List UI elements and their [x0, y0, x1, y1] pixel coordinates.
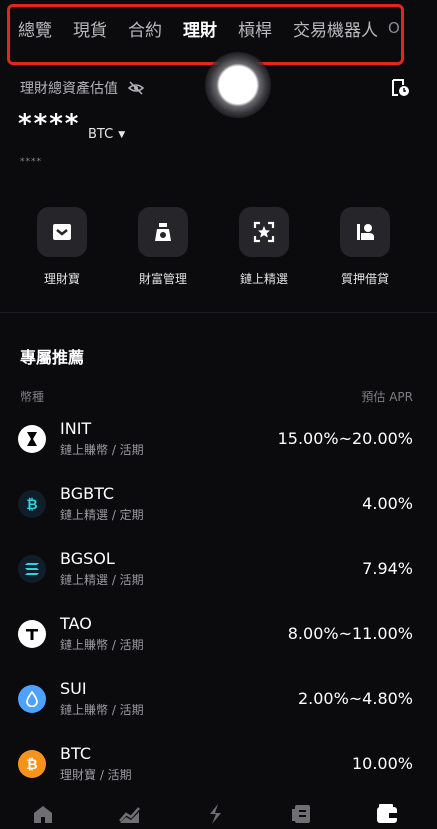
- coin-apr: 10.00%: [351, 754, 413, 773]
- history-icon[interactable]: [390, 78, 410, 98]
- shortcut-grid: 理財寶 財富管理 鏈上精選 質押借貸: [0, 207, 437, 291]
- tab-overflow[interactable]: O: [388, 19, 400, 37]
- bgsol-coin-icon: [18, 555, 46, 583]
- shortcut-staking-loans[interactable]: 質押借貸: [320, 207, 410, 287]
- caret-down-icon: ▼: [118, 129, 126, 140]
- list-item-bgsol[interactable]: BGSOL 鏈上精選 / 活期 7.94%: [0, 547, 437, 597]
- total-assets-title: 理財總資產估值: [20, 81, 118, 97]
- bgbtc-coin-icon: ₿: [18, 490, 46, 518]
- top-tab-bar: 總覽 現貨 合約 理財 槓桿 交易機器人 O: [0, 0, 437, 56]
- trade-icon[interactable]: [203, 802, 227, 826]
- tab-overview[interactable]: 總覽: [18, 16, 52, 41]
- hand-coin-icon: [340, 207, 390, 257]
- tab-spot[interactable]: 現貨: [73, 16, 107, 41]
- star-frame-icon: [239, 207, 289, 257]
- coin-apr: 7.94%: [362, 559, 413, 578]
- tab-futures[interactable]: 合約: [128, 16, 162, 41]
- shortcut-onchain-picks[interactable]: 鏈上精選: [219, 207, 309, 287]
- coin-product-type: 鏈上賺幣 / 活期: [60, 443, 144, 457]
- sui-coin-icon: [18, 685, 46, 713]
- shortcut-earn-wallet[interactable]: 理財寶: [17, 207, 107, 287]
- coin-name: BGBTC: [60, 484, 115, 503]
- init-coin-icon: [18, 425, 46, 453]
- wallet-safe-icon: [37, 207, 87, 257]
- section-divider: [0, 312, 437, 313]
- shortcut-label: 財富管理: [138, 272, 187, 286]
- coin-product-type: 鏈上精選 / 定期: [60, 508, 144, 522]
- shortcut-wealth-management[interactable]: 財富管理: [118, 207, 208, 287]
- shortcut-label: 質押借貸: [340, 272, 389, 286]
- floating-assistive-button[interactable]: [205, 52, 271, 118]
- tab-earn[interactable]: 理財: [183, 16, 217, 41]
- list-item-tao[interactable]: TAO 鏈上賺幣 / 活期 8.00%~11.00%: [0, 612, 437, 662]
- tab-trading-bots[interactable]: 交易機器人: [293, 16, 378, 41]
- column-header-apr: 預估 APR: [361, 390, 413, 404]
- bottom-nav: [0, 796, 437, 829]
- coin-apr: 15.00%~20.00%: [277, 429, 413, 448]
- eye-off-icon[interactable]: [128, 80, 144, 96]
- masked-sub-value: ****: [20, 157, 42, 167]
- assets-wallet-icon[interactable]: [375, 802, 399, 826]
- coin-name: INIT: [60, 419, 92, 438]
- total-assets-label: 理財總資產估值: [20, 78, 144, 98]
- tab-margin[interactable]: 槓桿: [238, 16, 272, 41]
- coin-name: BGSOL: [60, 549, 115, 568]
- coin-name: SUI: [60, 679, 87, 698]
- coin-apr: 4.00%: [362, 494, 413, 513]
- coin-apr: 8.00%~11.00%: [287, 624, 413, 643]
- shortcut-label: 理財寶: [43, 272, 80, 286]
- column-header-coin: 幣種: [20, 390, 45, 404]
- shortcut-label: 鏈上精選: [239, 272, 288, 286]
- coin-product-type: 理財寶 / 活期: [60, 768, 132, 782]
- markets-chart-icon[interactable]: [118, 802, 142, 826]
- masked-total-value: ****: [18, 109, 81, 139]
- home-icon[interactable]: [31, 802, 55, 826]
- coin-name: BTC: [60, 744, 91, 763]
- money-bag-icon: [138, 207, 188, 257]
- section-title: 專屬推薦: [20, 348, 85, 367]
- list-item-btc[interactable]: ₿ BTC 理財寶 / 活期 10.00%: [0, 742, 437, 792]
- list-item-bgbtc[interactable]: ₿ BGBTC 鏈上精選 / 定期 4.00%: [0, 482, 437, 532]
- coin-product-type: 鏈上賺幣 / 活期: [60, 638, 144, 652]
- futures-icon[interactable]: [290, 802, 314, 826]
- coin-apr: 2.00%~4.80%: [297, 689, 413, 708]
- btc-coin-icon: ₿: [18, 750, 46, 778]
- currency-selector[interactable]: BTC ▼: [88, 127, 125, 142]
- coin-name: TAO: [60, 614, 92, 633]
- list-item-init[interactable]: INIT 鏈上賺幣 / 活期 15.00%~20.00%: [0, 417, 437, 467]
- tao-coin-icon: [18, 620, 46, 648]
- currency-label: BTC: [88, 127, 114, 142]
- list-item-sui[interactable]: SUI 鏈上賺幣 / 活期 2.00%~4.80%: [0, 677, 437, 727]
- coin-product-type: 鏈上賺幣 / 活期: [60, 703, 144, 717]
- coin-product-type: 鏈上精選 / 活期: [60, 573, 144, 587]
